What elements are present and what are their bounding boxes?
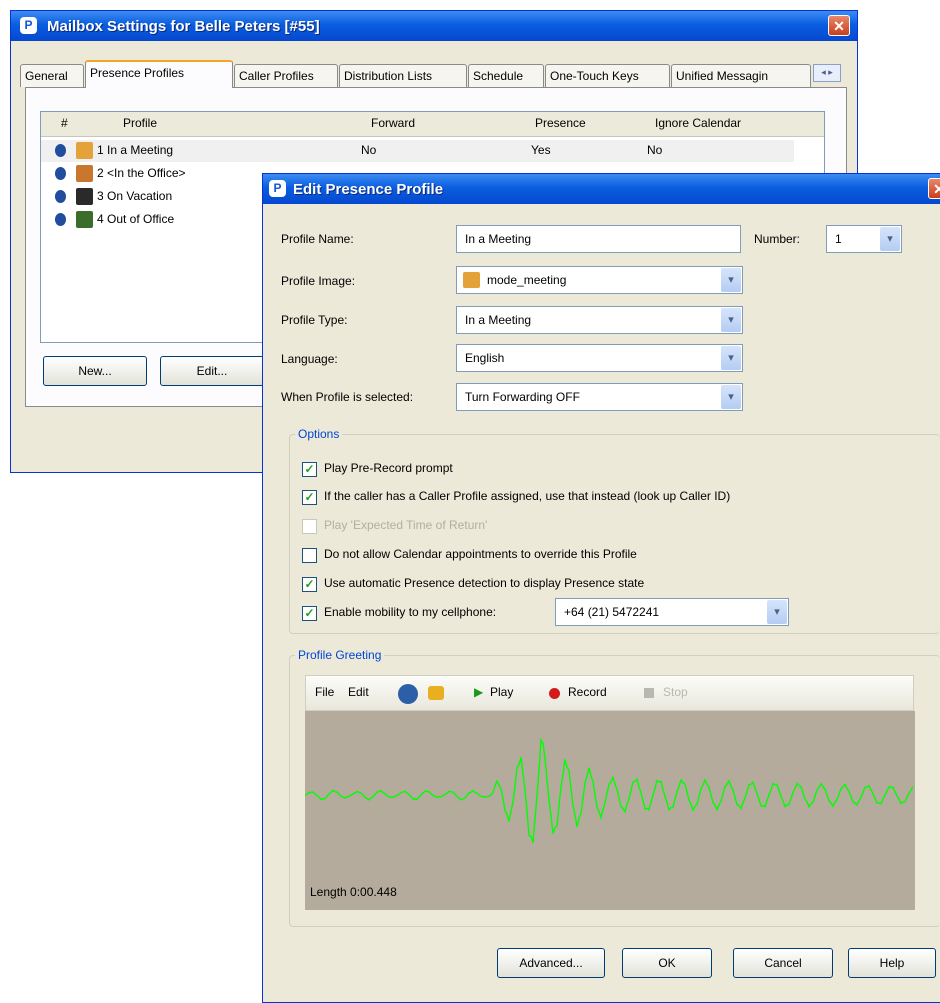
globe-icon[interactable] <box>398 684 418 704</box>
dialog-close-button[interactable]: ✕ <box>928 178 940 199</box>
greeting-toolbar: File Edit ▶ Play Record Stop <box>305 675 914 711</box>
tab-scroll-arrows[interactable]: ◂ ▸ <box>813 64 841 82</box>
row-profile: 1 In a Meeting <box>97 143 174 157</box>
chevron-down-icon[interactable]: ▾ <box>767 600 787 624</box>
profiles-list-header: # Profile Forward Presence Ignore Calend… <box>41 112 824 137</box>
number-label: Number: <box>754 232 801 246</box>
column-number[interactable]: # <box>61 116 68 130</box>
profile-name-input[interactable]: In a Meeting <box>456 225 741 253</box>
stop-button: Stop <box>663 685 688 699</box>
file-menu[interactable]: File <box>315 685 334 699</box>
globe-icon <box>55 213 66 226</box>
column-presence[interactable]: Presence <box>535 116 586 130</box>
vacation-plane-icon <box>76 188 93 205</box>
waveform-display[interactable]: Length 0:00.448 <box>305 711 915 910</box>
ok-button[interactable]: OK <box>622 948 712 978</box>
option-label: Do not allow Calendar appointments to ov… <box>324 547 637 561</box>
tab-caller-profiles[interactable]: Caller Profiles <box>234 64 338 87</box>
checkbox[interactable] <box>302 548 317 563</box>
dialog-app-icon: P <box>269 180 286 197</box>
row-forward: No <box>361 143 377 157</box>
profile-type-select[interactable]: In a Meeting ▾ <box>456 306 743 334</box>
cellphone-select[interactable]: +64 (21) 5472241 ▾ <box>555 598 789 626</box>
language-value: English <box>465 351 505 365</box>
profile-image-select[interactable]: mode_meeting ▾ <box>456 266 743 294</box>
help-button[interactable]: Help <box>848 948 936 978</box>
edit-menu[interactable]: Edit <box>348 685 369 699</box>
advanced-button[interactable]: Advanced... <box>497 948 605 978</box>
option-label: Play 'Expected Time of Return' <box>324 518 488 532</box>
play-button[interactable]: Play <box>490 685 513 699</box>
row-ignore-calendar: No <box>647 143 663 157</box>
tab-unified-messaging[interactable]: Unified Messagin <box>671 64 811 87</box>
checkbox[interactable]: ✓ <box>302 606 317 621</box>
column-forward[interactable]: Forward <box>371 116 415 130</box>
globe-icon <box>55 167 66 180</box>
globe-icon <box>55 190 66 203</box>
column-profile[interactable]: Profile <box>123 116 157 130</box>
length-label: Length 0:00.448 <box>310 885 397 899</box>
row-presence: Yes <box>531 143 551 157</box>
main-close-button[interactable]: ✕ <box>828 15 850 36</box>
option-label: Use automatic Presence detection to disp… <box>324 576 645 590</box>
option-label: Enable mobility to my cellphone: <box>324 605 497 619</box>
out-of-office-icon <box>76 211 93 228</box>
row-profile: 3 On Vacation <box>97 189 173 203</box>
app-icon: P <box>20 17 37 34</box>
row-profile: 2 <In the Office> <box>97 166 186 180</box>
edit-profile-button[interactable]: Edit... <box>160 356 264 386</box>
folder-icon[interactable] <box>428 686 444 700</box>
waveform-graph <box>305 737 914 843</box>
dialog-title-bar[interactable]: P Edit Presence Profile ✕ <box>263 174 940 204</box>
option-label: Play Pre-Record prompt <box>324 461 453 475</box>
tab-schedule[interactable]: Schedule <box>468 64 544 87</box>
tab-one-touch-keys[interactable]: One-Touch Keys <box>545 64 670 87</box>
tab-presence-profiles[interactable]: Presence Profiles <box>85 60 233 88</box>
row-profile: 4 Out of Office <box>97 212 175 226</box>
cancel-button[interactable]: Cancel <box>733 948 833 978</box>
language-label: Language: <box>281 352 338 366</box>
tab-distribution-lists[interactable]: Distribution Lists <box>339 64 467 87</box>
language-select[interactable]: English ▾ <box>456 344 743 372</box>
profile-image-label: Profile Image: <box>281 274 356 288</box>
options-group-title: Options <box>295 427 343 441</box>
chevron-down-icon[interactable]: ▾ <box>721 385 741 409</box>
table-row[interactable]: 1 In a Meeting No Yes No <box>41 140 794 162</box>
profile-greeting-title: Profile Greeting <box>295 648 385 662</box>
record-icon <box>549 688 560 699</box>
chevron-down-icon[interactable]: ▾ <box>880 227 900 251</box>
option-label: If the caller has a Caller Profile assig… <box>324 489 731 503</box>
meeting-image-icon <box>463 272 480 288</box>
office-person-icon <box>76 165 93 182</box>
main-title-bar[interactable]: P Mailbox Settings for Belle Peters [#55… <box>11 11 857 41</box>
record-button[interactable]: Record <box>568 685 607 699</box>
tab-general[interactable]: General <box>20 64 84 87</box>
dialog-title: Edit Presence Profile <box>293 181 444 198</box>
meeting-image-icon <box>76 142 93 159</box>
checkbox[interactable]: ✓ <box>302 577 317 592</box>
column-ignore-calendar[interactable]: Ignore Calendar <box>655 116 741 130</box>
chevron-down-icon[interactable]: ▾ <box>721 268 741 292</box>
number-select[interactable]: 1 ▾ <box>826 225 902 253</box>
globe-icon <box>55 144 66 157</box>
when-selected-value: Turn Forwarding OFF <box>465 390 580 404</box>
when-selected-select[interactable]: Turn Forwarding OFF ▾ <box>456 383 743 411</box>
cellphone-value: +64 (21) 5472241 <box>564 605 660 619</box>
stop-icon <box>644 688 654 698</box>
profile-type-value: In a Meeting <box>465 313 532 327</box>
number-value: 1 <box>835 232 842 246</box>
play-icon: ▶ <box>474 685 484 699</box>
checkbox[interactable]: ✓ <box>302 462 317 477</box>
checkbox <box>302 519 317 534</box>
when-selected-label: When Profile is selected: <box>281 390 414 404</box>
profile-name-label: Profile Name: <box>281 232 354 246</box>
new-profile-button[interactable]: New... <box>43 356 147 386</box>
chevron-down-icon[interactable]: ▾ <box>721 346 741 370</box>
chevron-down-icon[interactable]: ▾ <box>721 308 741 332</box>
profile-type-label: Profile Type: <box>281 313 348 327</box>
main-window-title: Mailbox Settings for Belle Peters [#55] <box>47 18 320 35</box>
checkbox[interactable]: ✓ <box>302 490 317 505</box>
profile-image-value: mode_meeting <box>487 273 567 287</box>
